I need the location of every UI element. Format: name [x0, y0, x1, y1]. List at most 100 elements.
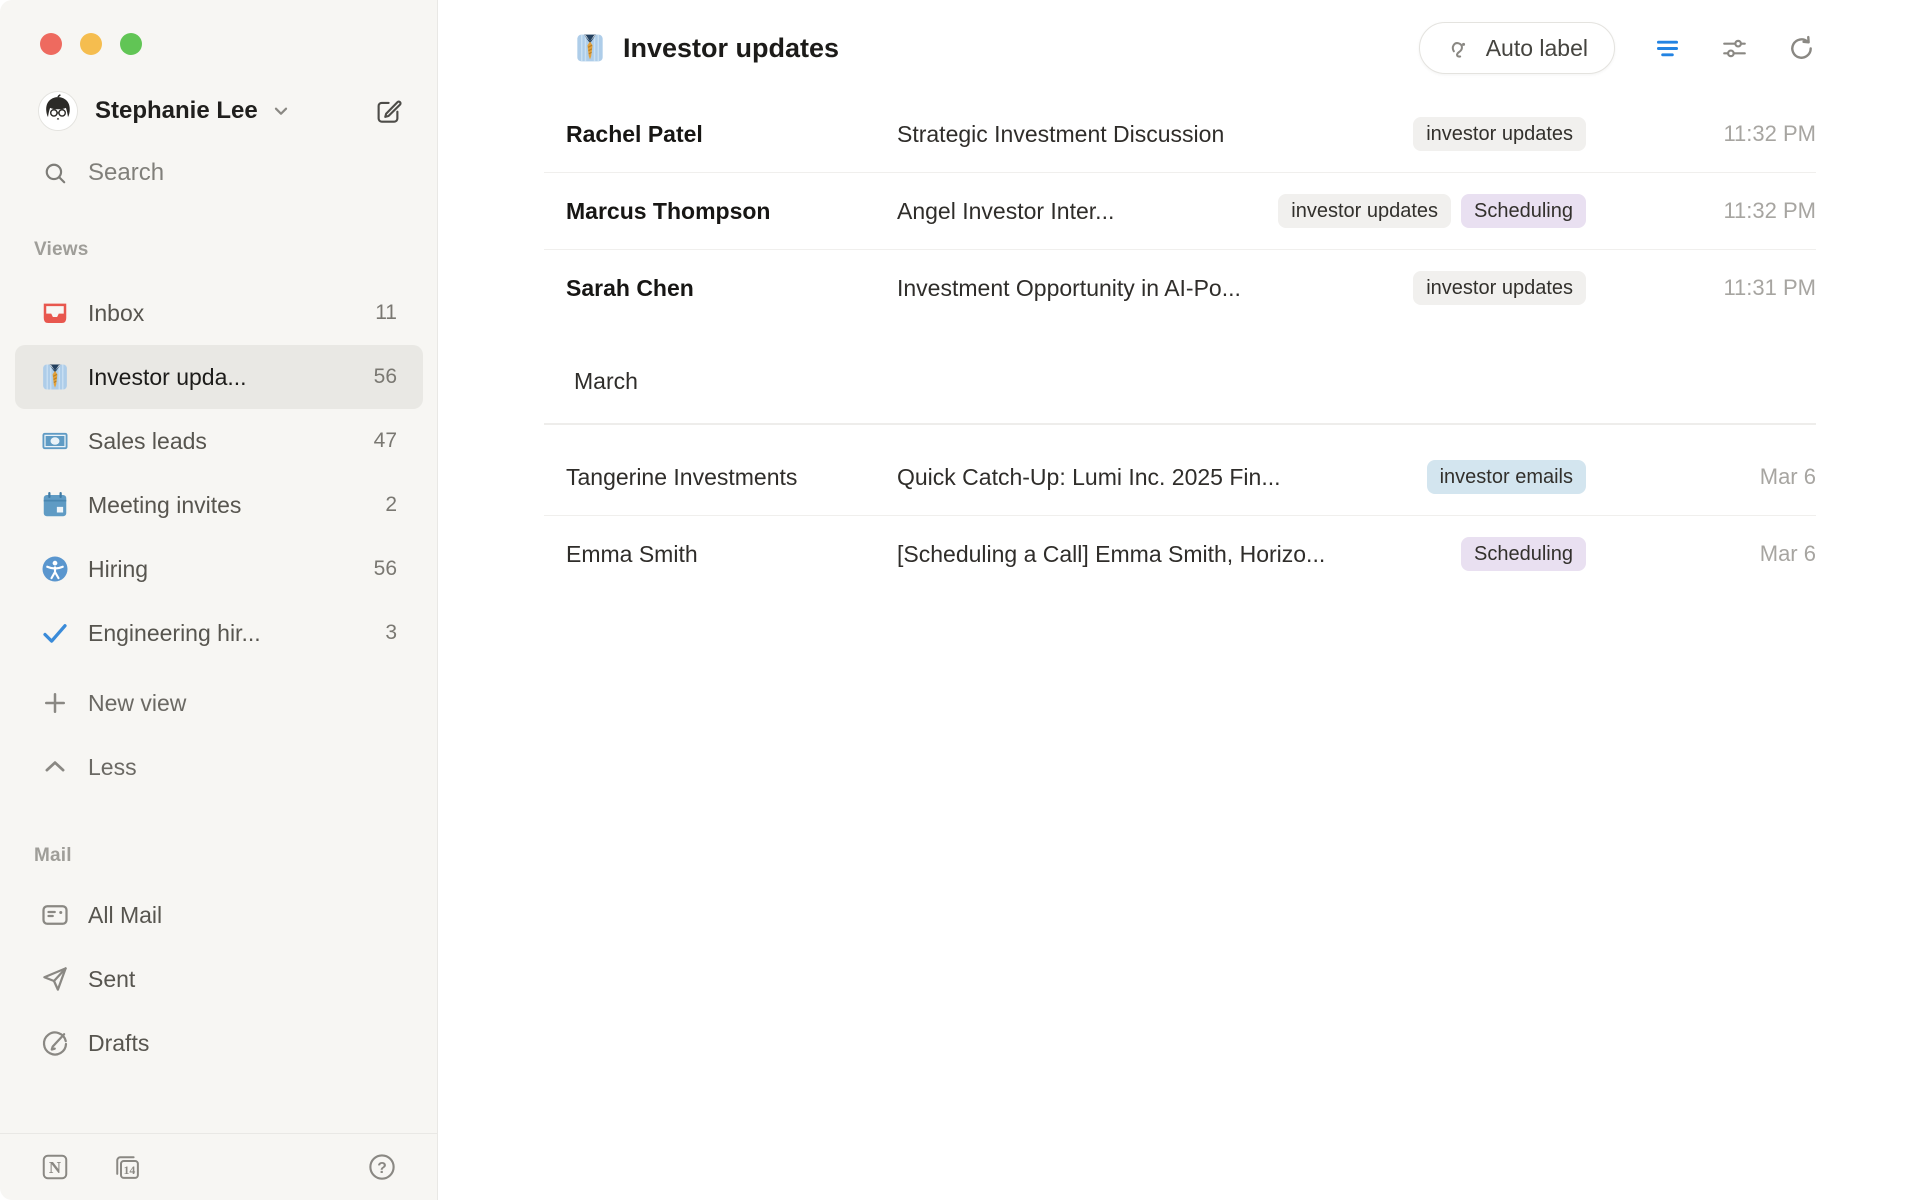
search-label: Search	[88, 159, 164, 187]
all-mail-icon	[40, 900, 70, 930]
label-tag[interactable]: investor updates	[1278, 194, 1451, 228]
sidebar-item-label: Sent	[88, 966, 135, 993]
unread-count: 56	[374, 365, 397, 389]
svg-text:14: 14	[123, 1163, 135, 1177]
avatar	[38, 91, 78, 131]
views-section-label: Views	[34, 239, 437, 261]
notion-app-icon[interactable]: N	[40, 1152, 70, 1182]
email-subject: [Scheduling a Call] Emma Smith, Horizo..…	[897, 541, 1325, 568]
email-row[interactable]: Marcus Thompson Angel Investor Inter... …	[438, 173, 1920, 249]
close-window-button[interactable]	[40, 33, 62, 55]
sidebar-item-sales-leads[interactable]: Sales leads 47	[15, 409, 423, 473]
unread-count: 3	[385, 621, 397, 645]
new-view-label: New view	[88, 690, 186, 717]
label-tag[interactable]: investor updates	[1413, 117, 1586, 151]
email-row[interactable]: Rachel Patel Strategic Investment Discus…	[438, 96, 1920, 172]
plus-icon	[40, 688, 70, 718]
view-header: Investor updates Auto label	[438, 0, 1920, 96]
email-time: Mar 6	[1586, 541, 1816, 567]
label-tag[interactable]: Scheduling	[1461, 194, 1586, 228]
compose-icon[interactable]	[373, 96, 403, 126]
sidebar-item-label: Drafts	[88, 1030, 149, 1057]
sidebar-item-label: All Mail	[88, 902, 162, 929]
email-subject: Quick Catch-Up: Lumi Inc. 2025 Fin...	[897, 464, 1281, 491]
unread-count: 2	[385, 493, 397, 517]
email-row[interactable]: Emma Smith [Scheduling a Call] Emma Smit…	[438, 516, 1920, 592]
drafts-icon	[40, 1028, 70, 1058]
page-title: Investor updates	[623, 33, 839, 64]
email-row[interactable]: Tangerine Investments Quick Catch-Up: Lu…	[438, 439, 1920, 515]
sidebar-item-label: Engineering hir...	[88, 620, 261, 647]
auto-label-button-label: Auto label	[1486, 35, 1588, 62]
email-tags: investor updates	[1389, 117, 1586, 151]
notion-calendar-icon[interactable]: 14	[112, 1152, 142, 1182]
chevron-up-icon	[40, 752, 70, 782]
account-switcher[interactable]: Stephanie Lee	[38, 91, 403, 131]
group-heading: March	[438, 326, 1920, 423]
search-icon	[42, 160, 68, 186]
svg-text:N: N	[49, 1158, 61, 1177]
email-time: 11:31 PM	[1586, 275, 1816, 301]
auto-label-button[interactable]: Auto label	[1419, 22, 1615, 74]
sidebar-item-hiring[interactable]: Hiring 56	[15, 537, 423, 601]
search-button[interactable]: Search	[42, 159, 403, 187]
sidebar-footer: N 14 ?	[0, 1133, 437, 1200]
display-options-icon[interactable]	[1720, 34, 1749, 63]
sidebar-item-label: Meeting invites	[88, 492, 241, 519]
inbox-icon	[40, 298, 70, 328]
new-view-button[interactable]: New view	[15, 671, 423, 735]
sidebar: Stephanie Lee Search Views	[0, 0, 438, 1200]
email-group-march: March Tangerine Investments Quick Catch-…	[438, 326, 1920, 592]
chevron-down-icon	[270, 100, 292, 122]
refresh-icon[interactable]	[1787, 34, 1816, 63]
header-actions: Auto label	[1419, 22, 1816, 74]
unread-count: 47	[374, 429, 397, 453]
email-tags: investor updates	[1389, 271, 1586, 305]
email-sender: Marcus Thompson	[566, 198, 897, 225]
email-time: Mar 6	[1586, 464, 1816, 490]
sidebar-item-all-mail[interactable]: All Mail	[15, 883, 423, 947]
email-subject: Investment Opportunity in AI-Po...	[897, 275, 1241, 302]
email-time: 11:32 PM	[1586, 121, 1816, 147]
label-tag[interactable]: Scheduling	[1461, 537, 1586, 571]
sidebar-item-drafts[interactable]: Drafts	[15, 1011, 423, 1075]
less-button[interactable]: Less	[15, 735, 423, 799]
window-controls	[0, 0, 437, 55]
sidebar-item-engineering-hiring[interactable]: Engineering hir... 3	[15, 601, 423, 665]
email-row[interactable]: Sarah Chen Investment Opportunity in AI-…	[438, 250, 1920, 326]
sidebar-item-label: Inbox	[88, 300, 144, 327]
views-list: Inbox 11 Investor upda... 56	[15, 281, 423, 799]
send-icon	[40, 964, 70, 994]
unread-count: 11	[375, 301, 397, 325]
person-icon	[40, 554, 70, 584]
zoom-window-button[interactable]	[120, 33, 142, 55]
email-subject: Angel Investor Inter...	[897, 198, 1114, 225]
email-tags: Scheduling	[1437, 537, 1586, 571]
email-time: 11:32 PM	[1586, 198, 1816, 224]
label-tag[interactable]: investor emails	[1427, 460, 1586, 494]
sidebar-item-label: Sales leads	[88, 428, 207, 455]
mail-list-pane: Investor updates Auto label	[438, 0, 1920, 1200]
mail-section-label: Mail	[34, 845, 437, 867]
sidebar-item-label: Hiring	[88, 556, 148, 583]
filter-icon[interactable]	[1653, 34, 1682, 63]
less-label: Less	[88, 754, 137, 781]
sidebar-item-investor-updates[interactable]: Investor upda... 56	[15, 345, 423, 409]
email-sender: Rachel Patel	[566, 121, 897, 148]
minimize-window-button[interactable]	[80, 33, 102, 55]
email-sender: Sarah Chen	[566, 275, 897, 302]
email-sender: Emma Smith	[566, 541, 897, 568]
label-tag[interactable]: investor updates	[1413, 271, 1586, 305]
calendar-icon	[40, 490, 70, 520]
user-name: Stephanie Lee	[95, 97, 258, 125]
email-sender: Tangerine Investments	[566, 464, 897, 491]
sidebar-item-inbox[interactable]: Inbox 11	[15, 281, 423, 345]
sidebar-item-sent[interactable]: Sent	[15, 947, 423, 1011]
sidebar-item-meeting-invites[interactable]: Meeting invites 2	[15, 473, 423, 537]
mail-list: All Mail Sent Drafts	[15, 883, 423, 1075]
necktie-icon	[40, 362, 70, 392]
check-icon	[40, 618, 70, 648]
help-icon[interactable]: ?	[367, 1152, 397, 1182]
svg-text:?: ?	[377, 1160, 387, 1177]
email-subject: Strategic Investment Discussion	[897, 121, 1224, 148]
